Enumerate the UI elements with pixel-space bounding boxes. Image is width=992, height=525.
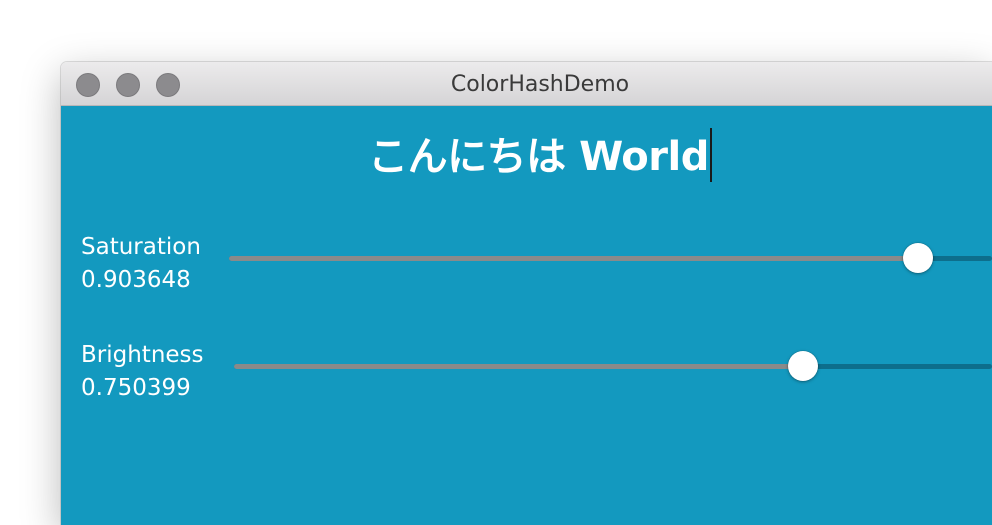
color-content-area: こんにちは World Saturation 0.903648 Brightne… [61,106,992,525]
brightness-slider-fill [234,364,803,369]
app-window: ColorHashDemo こんにちは World Saturation 0.9… [61,62,992,525]
brightness-slider[interactable] [234,351,992,381]
saturation-slider-fill [229,256,919,261]
saturation-slider[interactable] [229,243,992,273]
text-cursor [709,128,712,182]
saturation-row: Saturation 0.903648 [81,230,992,296]
brightness-value: 0.750399 [81,375,191,401]
saturation-slider-thumb[interactable] [903,243,934,273]
window-title: ColorHashDemo [450,72,630,97]
brightness-row: Brightness 0.750399 [81,338,992,404]
brightness-slider-thumb[interactable] [787,351,818,381]
brightness-label: Brightness [81,342,204,368]
headline-text-field[interactable]: こんにちは World [368,128,712,185]
saturation-value: 0.903648 [81,267,191,293]
headline-field-wrapper: こんにちは World [61,128,992,188]
saturation-label: Saturation [81,234,201,260]
desktop: ColorHashDemo こんにちは World Saturation 0.9… [0,0,992,525]
title-bar[interactable]: ColorHashDemo [61,62,992,106]
headline-text: こんにちは World [368,134,709,180]
